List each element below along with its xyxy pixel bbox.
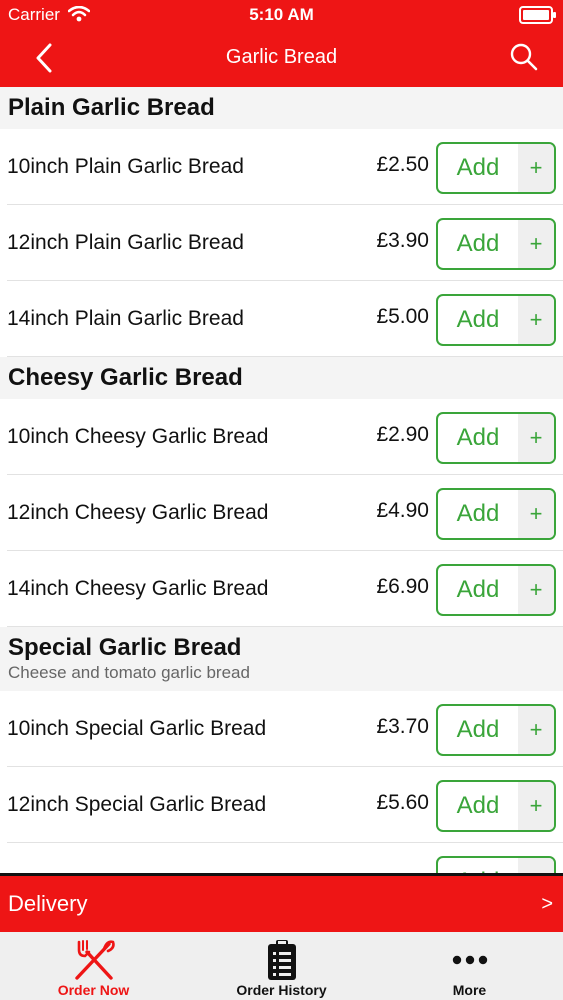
- item-price: £2.50: [376, 153, 429, 176]
- item-name: 12inch Cheesy Garlic Bread: [7, 501, 269, 524]
- add-button-label: Add: [456, 500, 500, 527]
- item-name: 14inch Cheesy Garlic Bread: [7, 577, 269, 600]
- item-name: 12inch Special Garlic Bread: [7, 793, 267, 816]
- add-button[interactable]: Add +: [436, 780, 556, 832]
- add-button-label: Add: [456, 154, 500, 181]
- plus-icon: +: [518, 296, 554, 344]
- add-button[interactable]: Add +: [436, 294, 556, 346]
- add-button-label: Add: [456, 230, 500, 257]
- item-name: 14inch Plain Garlic Bread: [7, 307, 244, 330]
- add-button[interactable]: Add +: [436, 218, 556, 270]
- add-button-label: Add: [456, 716, 500, 743]
- add-button-label: Add: [456, 424, 500, 451]
- menu-item: 10inch Plain Garlic Bread £2.50 Add +: [7, 129, 563, 205]
- add-button-label: Add: [438, 858, 518, 873]
- item-price: £5.60: [376, 791, 429, 814]
- plus-icon: +: [518, 706, 554, 754]
- menu-item: 14inch Cheesy Garlic Bread £6.90 Add +: [7, 551, 563, 627]
- plus-icon: +: [518, 414, 554, 462]
- fork-knife-icon: [0, 938, 187, 982]
- item-name: 12inch Plain Garlic Bread: [7, 231, 244, 254]
- plus-icon: +: [518, 220, 554, 268]
- item-price: £3.90: [376, 229, 429, 252]
- section-title: Cheesy Garlic Bread: [8, 364, 243, 391]
- add-button[interactable]: Add +: [436, 412, 556, 464]
- plus-icon: +: [518, 144, 554, 192]
- plus-icon: +: [518, 858, 554, 873]
- tab-label: Order History: [236, 982, 327, 998]
- item-price: £2.90: [376, 423, 429, 446]
- battery-icon: [519, 6, 556, 24]
- delivery-bar[interactable]: Delivery >: [0, 873, 563, 932]
- search-icon[interactable]: [509, 42, 539, 72]
- item-name: 10inch Special Garlic Bread: [7, 717, 267, 740]
- delivery-label: Delivery: [8, 891, 88, 916]
- add-button[interactable]: Add +: [436, 564, 556, 616]
- plus-icon: +: [518, 782, 554, 830]
- chevron-right-icon: >: [541, 893, 553, 915]
- section-header-special: Special Garlic Bread Cheese and tomato g…: [0, 627, 563, 691]
- menu-item: 14inch Plain Garlic Bread £5.00 Add +: [7, 281, 563, 357]
- add-button[interactable]: Add +: [436, 488, 556, 540]
- item-price: £5.00: [376, 305, 429, 328]
- tab-label: Order Now: [57, 982, 130, 998]
- section-header-cheesy: Cheesy Garlic Bread: [0, 357, 563, 399]
- tab-order-now[interactable]: Order Now: [0, 932, 187, 1000]
- add-button-label: Add: [456, 306, 500, 333]
- add-button-label: Add: [456, 792, 500, 819]
- more-dots-icon: [376, 938, 563, 982]
- add-button[interactable]: Add +: [436, 856, 556, 873]
- status-bar: Carrier 5:10 AM: [0, 0, 563, 30]
- menu-item: Add +: [7, 843, 563, 873]
- section-subtitle: Cheese and tomato garlic bread: [8, 663, 250, 682]
- item-price: £3.70: [376, 715, 429, 738]
- section-title: Special Garlic Bread: [8, 634, 242, 661]
- clipboard-list-icon: [188, 938, 375, 982]
- top-bar: Carrier 5:10 AM Garlic Bread: [0, 0, 563, 87]
- plus-icon: +: [518, 490, 554, 538]
- add-button[interactable]: Add +: [436, 704, 556, 756]
- menu-item: 12inch Special Garlic Bread £5.60 Add +: [7, 767, 563, 843]
- add-button[interactable]: Add +: [436, 142, 556, 194]
- item-price: £6.90: [376, 575, 429, 598]
- menu-item: 12inch Cheesy Garlic Bread £4.90 Add +: [7, 475, 563, 551]
- plus-icon: +: [518, 566, 554, 614]
- navigation-bar: Garlic Bread: [0, 30, 563, 87]
- menu-item: 10inch Special Garlic Bread £3.70 Add +: [7, 691, 563, 767]
- item-name: 10inch Plain Garlic Bread: [7, 155, 244, 178]
- page-title: Garlic Bread: [225, 46, 338, 68]
- menu-item: 10inch Cheesy Garlic Bread £2.90 Add +: [7, 399, 563, 475]
- item-price: £4.90: [376, 499, 429, 522]
- tab-more[interactable]: More: [376, 932, 563, 1000]
- status-time: 5:10 AM: [249, 5, 314, 24]
- tab-order-history[interactable]: Order History: [188, 932, 375, 1000]
- menu-list[interactable]: Plain Garlic Bread 10inch Plain Garlic B…: [0, 87, 563, 873]
- section-header-plain: Plain Garlic Bread: [0, 87, 563, 129]
- menu-item: 12inch Plain Garlic Bread £3.90 Add +: [7, 205, 563, 281]
- tab-label: More: [452, 982, 487, 998]
- tab-bar: Order Now Order History More: [0, 932, 563, 1000]
- add-button-label: Add: [456, 576, 500, 603]
- section-title: Plain Garlic Bread: [8, 94, 215, 121]
- item-name: 10inch Cheesy Garlic Bread: [7, 425, 269, 448]
